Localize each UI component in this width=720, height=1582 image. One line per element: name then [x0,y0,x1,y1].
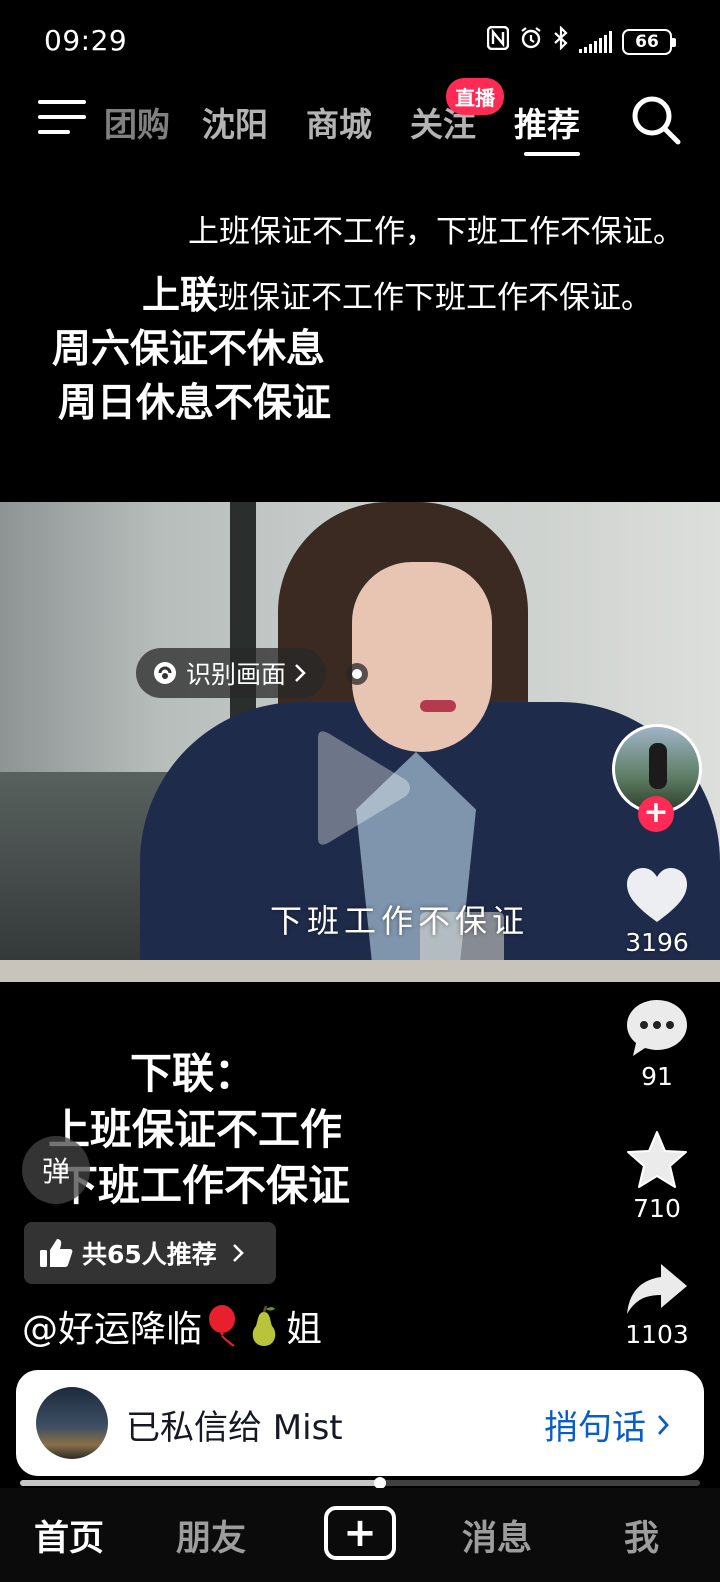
signal-icon [579,31,612,53]
status-icons: 66 [486,25,676,58]
caption-line-4: 周日休息不保证 [58,380,332,426]
recommend-chip[interactable]: 共65人推荐 [24,1222,276,1284]
share-count: 1103 [625,1320,689,1349]
scan-icon [154,662,176,684]
caption-line-1: 上班保证不工作，下班工作不保证。 [188,214,684,250]
favorite-button[interactable]: 710 [612,1130,702,1223]
nav-friends[interactable]: 朋友 [176,1510,246,1561]
pear-icon [252,1305,276,1346]
send-message-link[interactable]: 捎句话 [544,1400,670,1449]
bluetooth-icon [553,25,569,58]
author-name-suffix: 姐 [286,1309,323,1350]
dm-sent-text: 已私信给 Mist [126,1408,343,1448]
chevron-right-icon [295,664,306,682]
tab-recommended[interactable]: 推荐 [514,98,580,146]
like-count: 3196 [625,928,689,957]
follow-plus-icon[interactable]: + [638,796,674,832]
play-icon[interactable] [306,728,416,848]
caption-line-2-prefix: 上联 [142,272,219,317]
nav-me[interactable]: 我 [624,1510,659,1561]
tab-mall[interactable]: 商城 [306,98,372,146]
live-badge[interactable]: 直播 [446,78,504,115]
nfc-icon [486,25,510,58]
heart-icon [627,868,687,922]
dm-sent-toast[interactable]: 已私信给 Mist 捎句话 [16,1370,704,1476]
favorite-count: 710 [633,1194,681,1223]
recognize-scene-label: 识别画面 [186,660,287,689]
recipient-avatar [36,1387,108,1459]
battery-icon: 66 [622,29,676,55]
video-subtitle: 下班工作不保证 [270,902,530,940]
active-tab-indicator [524,152,580,156]
playback-progress[interactable] [20,1477,700,1489]
playback-progress-fill [20,1480,381,1486]
nav-messages[interactable]: 消息 [462,1510,532,1561]
battery-level: 66 [635,32,659,52]
lower-caption-1: 下联： [130,1049,257,1098]
recognize-scene-button[interactable]: 识别画面 [136,648,327,698]
thumbs-up-icon [40,1239,73,1267]
nav-home[interactable]: 首页 [34,1510,104,1561]
balloon-icon [209,1305,236,1347]
plus-icon: + [343,1510,377,1556]
top-nav: 团购 沈阳 商城 关注 直播 推荐 [0,78,720,166]
author-name[interactable]: @好运降临 姐 [22,1300,322,1352]
chevron-right-icon [232,1244,244,1262]
lower-caption-3: 下班工作不保证 [56,1161,351,1210]
create-post-button[interactable]: + [324,1506,396,1560]
comment-icon [627,1000,687,1056]
tab-group-buy[interactable]: 团购 [104,98,170,146]
caption-line-2: 上联班保证不工作下班工作不保证。 [142,264,652,319]
like-button[interactable]: 3196 [612,866,702,957]
status-bar: 09:29 66 [0,0,720,80]
caption-line-3: 周六保证不休息 [52,326,326,372]
status-time: 09:29 [44,24,128,57]
comment-count: 91 [641,1062,673,1091]
bottom-nav: 首页 朋友 + 消息 我 [0,1488,720,1582]
tab-shenyang[interactable]: 沈阳 [202,98,268,146]
search-icon[interactable] [630,94,682,146]
star-icon [627,1131,687,1188]
caption-line-2-rest: 班保证不工作下班工作不保证。 [218,280,653,316]
share-button[interactable]: 1103 [612,1262,702,1349]
comment-button[interactable]: 91 [612,998,702,1091]
chevron-right-icon [657,1414,669,1435]
menu-icon[interactable] [38,100,86,140]
send-message-label: 捎句话 [544,1408,646,1448]
share-icon [627,1264,687,1314]
danmaku-toggle[interactable]: 弹 [22,1136,90,1204]
alarm-icon [519,26,543,58]
author-name-prefix: @好运降临 [22,1309,203,1350]
recommend-label: 共65人推荐 [82,1240,217,1269]
recognize-dot [346,663,368,685]
lower-caption-2: 上班保证不工作 [48,1105,343,1154]
